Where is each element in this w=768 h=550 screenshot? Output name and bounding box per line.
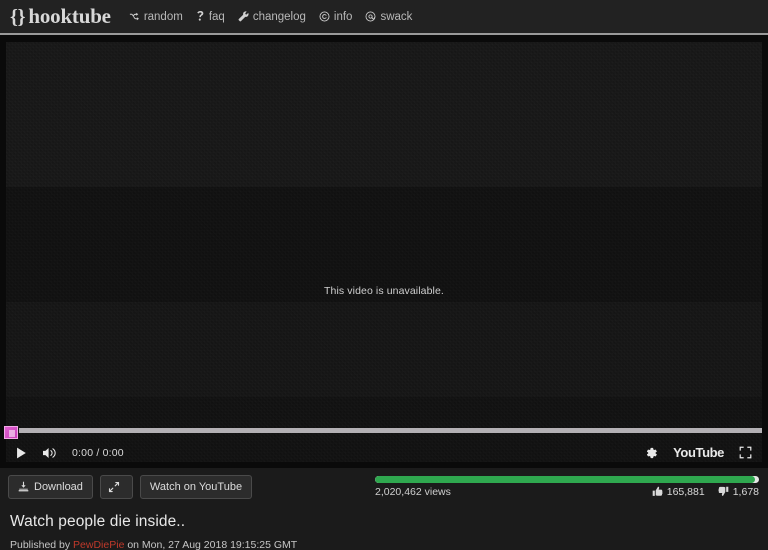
top-navbar: {} hooktube random faq changelog info sw…: [0, 0, 768, 35]
action-row: Download Watch on YouTube 2,020,462 view…: [0, 468, 768, 505]
nav-link-label: random: [143, 10, 183, 23]
like-count-value: 165,881: [666, 485, 705, 498]
view-count: 2,020,462 views: [375, 485, 451, 498]
shuffle-icon: [129, 11, 140, 22]
dislike-count-value: 1,678: [732, 485, 759, 498]
video-unavailable-message: This video is unavailable.: [324, 285, 444, 297]
publish-prefix: Published by: [10, 539, 71, 550]
video-player[interactable]: This video is unavailable. 0:00 / 0:00 Y…: [0, 35, 768, 468]
vote-counts: 165,881 1,678: [652, 486, 759, 498]
nav-link-swack[interactable]: swack: [365, 11, 412, 23]
nav-link-label: changelog: [252, 10, 306, 23]
publish-suffix: on Mon, 27 Aug 2018 19:15:25 GMT: [127, 539, 298, 550]
video-band: [6, 302, 762, 397]
video-band: [6, 42, 762, 187]
video-title: Watch people die inside..: [10, 513, 186, 530]
nav-link-label: info: [333, 10, 353, 23]
nav-link-random[interactable]: random: [129, 11, 183, 23]
like-count: 165,881: [652, 486, 705, 498]
at-icon: [365, 11, 376, 22]
gear-icon[interactable]: [644, 446, 658, 460]
channel-name-link[interactable]: PewDiePie: [73, 539, 124, 550]
control-bar-right: YouTube: [644, 445, 760, 460]
nav-links: random faq changelog info swack: [129, 10, 412, 23]
publish-info: Published by PewDiePie on Mon, 27 Aug 20…: [10, 539, 758, 550]
braces-icon: {}: [10, 6, 26, 28]
play-icon[interactable]: [14, 446, 28, 460]
download-button[interactable]: Download: [8, 474, 93, 499]
control-bar: 0:00 / 0:00 YouTube: [0, 437, 768, 468]
video-surface[interactable]: [6, 42, 762, 462]
like-ratio-bar: [375, 475, 759, 483]
nav-link-label: swack: [380, 10, 413, 23]
progress-bar[interactable]: [19, 428, 762, 433]
copyright-icon: [319, 11, 330, 22]
nav-link-faq[interactable]: faq: [196, 11, 225, 23]
dislike-count: 1,678: [718, 486, 759, 498]
volume-icon[interactable]: [42, 446, 58, 460]
watch-on-youtube-label: Watch on YouTube: [149, 480, 243, 493]
wrench-icon: [238, 11, 249, 22]
youtube-wordmark[interactable]: YouTube: [673, 445, 724, 460]
nav-link-label: faq: [208, 10, 225, 23]
site-logo-text: hooktube: [28, 4, 111, 28]
download-icon: [18, 481, 29, 492]
time-display: 0:00 / 0:00: [72, 446, 124, 459]
progress-row[interactable]: [0, 426, 768, 439]
site-logo[interactable]: {} hooktube: [10, 4, 111, 29]
player-controls: 0:00 / 0:00 YouTube: [0, 426, 768, 468]
expand-button[interactable]: [99, 474, 133, 499]
download-button-label: Download: [34, 480, 83, 493]
question-icon: [196, 11, 205, 22]
watch-on-youtube-button[interactable]: Watch on YouTube: [139, 474, 253, 499]
expand-arrows-icon: [108, 481, 120, 493]
video-stats: 2,020,462 views 165,881 1,678: [375, 475, 760, 498]
thumbs-down-icon: [718, 486, 729, 497]
thumbs-up-icon: [652, 486, 663, 497]
nav-link-info[interactable]: info: [319, 10, 353, 23]
video-info: Watch people die inside.. Published by P…: [0, 505, 768, 550]
fullscreen-icon[interactable]: [739, 446, 752, 459]
stats-line: 2,020,462 views 165,881 1,678: [375, 486, 759, 498]
action-buttons: Download Watch on YouTube: [8, 474, 253, 499]
like-ratio-fill: [375, 475, 756, 483]
control-bar-left: 0:00 / 0:00: [14, 446, 124, 460]
nav-link-changelog[interactable]: changelog: [238, 11, 306, 23]
